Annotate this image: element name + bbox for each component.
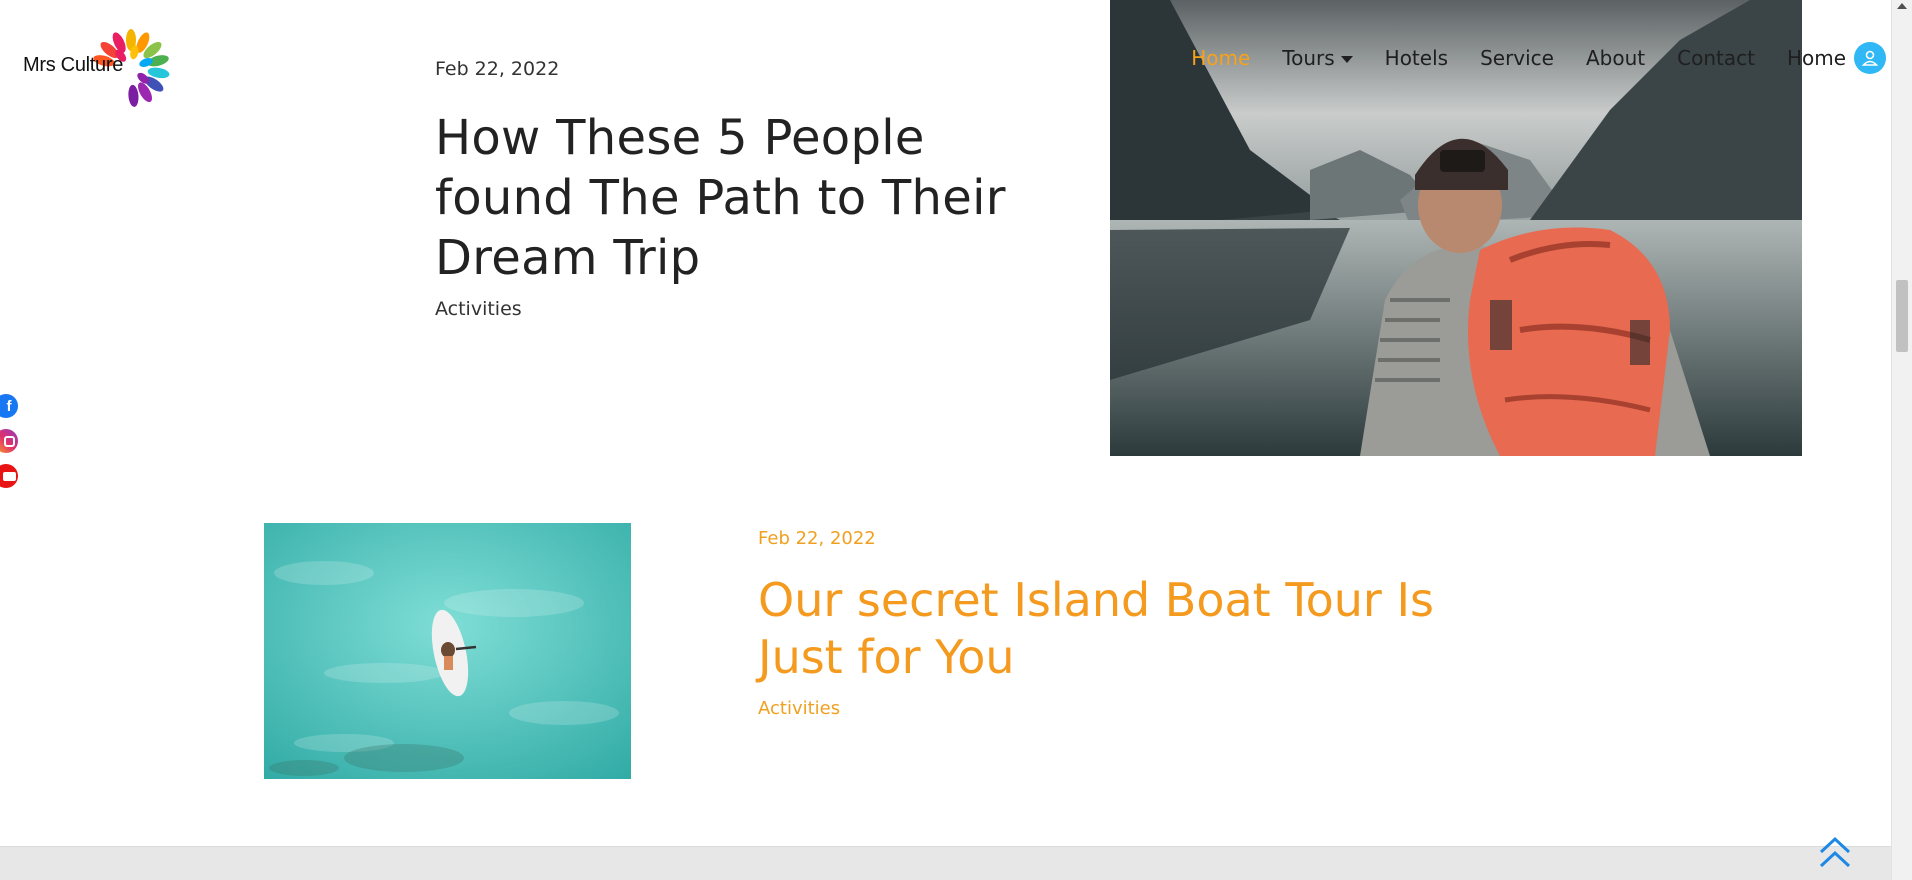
post-date: Feb 22, 2022 (758, 528, 876, 549)
user-account-button[interactable] (1854, 42, 1886, 74)
nav-home-2[interactable]: Home (1771, 46, 1852, 70)
nav-tours-label: Tours (1282, 46, 1335, 70)
post-image-paddleboard[interactable] (264, 523, 631, 779)
chevron-down-icon (1340, 56, 1353, 63)
brand-logo[interactable]: Mrs Culture (18, 20, 170, 107)
nav-hotels[interactable]: Hotels (1369, 46, 1464, 70)
nav-about[interactable]: About (1570, 46, 1661, 70)
facebook-icon[interactable]: f (0, 394, 18, 418)
post-category[interactable]: Activities (435, 298, 522, 320)
nav-service[interactable]: Service (1464, 46, 1570, 70)
paddleboard-image (264, 523, 631, 779)
scroll-up-arrow-icon[interactable] (1897, 3, 1907, 9)
page: Mrs Culture Feb 22, 2022 How These 5 Peo… (0, 0, 1892, 880)
scrollbar-thumb[interactable] (1896, 280, 1908, 352)
double-chevron-up-icon (1819, 836, 1851, 868)
scroll-to-top-button[interactable] (1815, 832, 1855, 874)
footer-section (0, 846, 1892, 880)
post-category[interactable]: Activities (758, 698, 840, 719)
user-icon (1861, 50, 1879, 66)
youtube-icon[interactable] (0, 464, 18, 488)
vertical-scrollbar[interactable] (1891, 0, 1912, 880)
nav-contact[interactable]: Contact (1661, 46, 1771, 70)
main-nav: Home Tours Hotels Service About Contact … (1175, 38, 1892, 78)
post-title[interactable]: How These 5 People found The Path to The… (435, 108, 1015, 288)
nav-tours[interactable]: Tours (1266, 46, 1368, 70)
post-date: Feb 22, 2022 (435, 58, 560, 80)
instagram-icon[interactable] (0, 429, 18, 453)
social-links: f (0, 394, 24, 499)
post-title[interactable]: Our secret Island Boat Tour Is Just for … (758, 572, 1478, 686)
brand-name: Mrs Culture (23, 54, 124, 76)
nav-home[interactable]: Home (1175, 46, 1266, 70)
